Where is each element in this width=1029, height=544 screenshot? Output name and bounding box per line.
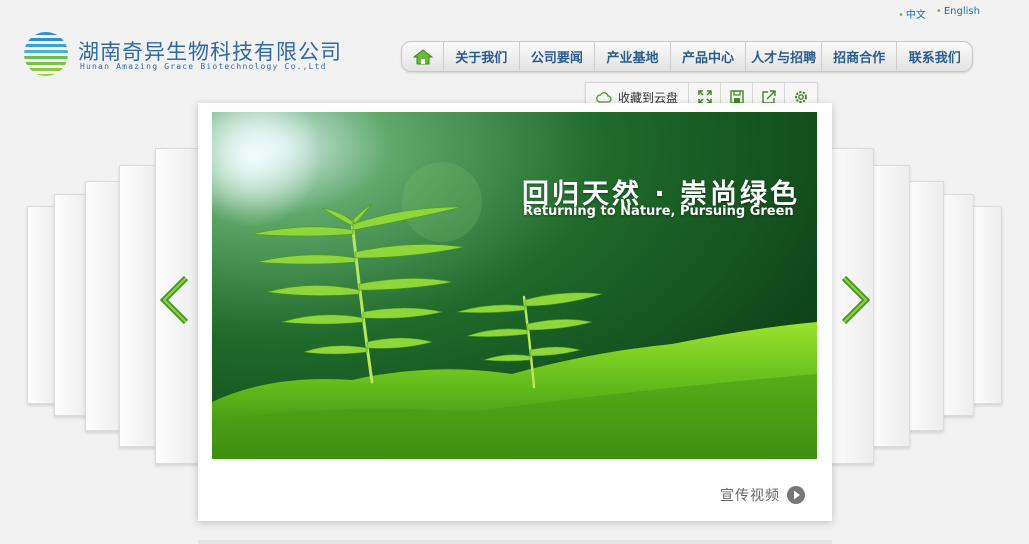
nav-item-contact[interactable]: 联系我们: [897, 42, 972, 71]
expand-icon: [697, 90, 712, 104]
home-icon: [412, 48, 433, 64]
lang-cn-link[interactable]: • 中文: [898, 6, 926, 21]
slide-card-left-2[interactable]: [119, 165, 159, 447]
active-slide-frame: 回归天然 · 崇尚绿色 Returning to Nature, Pursuin…: [198, 103, 832, 521]
seedling-photo: [212, 112, 817, 459]
slide-card-right-3[interactable]: [906, 181, 944, 431]
nav-item-careers[interactable]: 人才与招聘: [746, 42, 822, 71]
logo-globe-icon: [24, 32, 68, 76]
slide-card-right-2[interactable]: [870, 165, 910, 447]
logo-english-name: Hunan Amazing Grace Biotechnology Co.,Lt…: [80, 62, 327, 71]
lang-en-link[interactable]: • English: [936, 6, 980, 21]
company-logo[interactable]: 湖南奇异生物科技有限公司 Hunan Amazing Grace Biotech…: [22, 30, 342, 80]
content-divider: [198, 540, 832, 544]
nav-home-button[interactable]: [402, 42, 444, 71]
nav-item-partners[interactable]: 招商合作: [822, 42, 898, 71]
play-icon: [787, 486, 805, 504]
promo-video-label: 宣传视频: [720, 488, 780, 504]
language-switch: • 中文 • English: [898, 6, 980, 21]
nav-item-about[interactable]: 关于我们: [444, 42, 520, 71]
banner-image[interactable]: 回归天然 · 崇尚绿色 Returning to Nature, Pursuin…: [212, 112, 817, 459]
banner-title-en: Returning to Nature, Pursuing Green: [523, 204, 794, 219]
main-nav: 关于我们 公司要闻 产业基地 产品中心 人才与招聘 招商合作 联系我们: [401, 41, 973, 72]
promo-video-link[interactable]: 宣传视频: [720, 485, 806, 505]
nav-item-news[interactable]: 公司要闻: [520, 42, 596, 71]
share-icon: [761, 90, 776, 104]
slide-card-right-5[interactable]: [972, 206, 1002, 404]
slide-card-left-4[interactable]: [54, 194, 88, 416]
slide-card-left-5[interactable]: [27, 206, 57, 404]
save-icon: [729, 90, 744, 104]
prev-slide-arrow-icon[interactable]: [156, 275, 192, 325]
slide-card-right-4[interactable]: [940, 194, 974, 416]
slide-card-left-3[interactable]: [85, 181, 123, 431]
nav-item-products[interactable]: 产品中心: [671, 42, 747, 71]
nav-item-base[interactable]: 产业基地: [595, 42, 671, 71]
cloud-icon: [596, 92, 612, 103]
next-slide-arrow-icon[interactable]: [838, 275, 874, 325]
